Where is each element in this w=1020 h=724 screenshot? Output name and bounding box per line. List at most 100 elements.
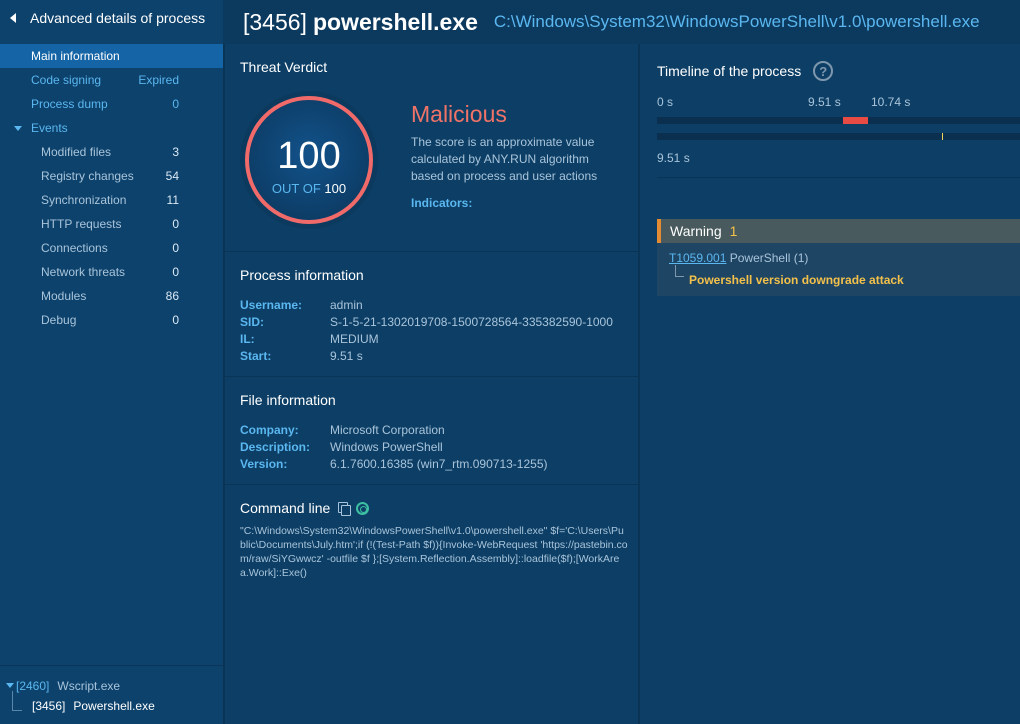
- process-tree: [2460] Wscript.exe [3456] Powershell.exe: [0, 665, 223, 724]
- sidebar-menu: Main information Code signing Expired Pr…: [0, 44, 223, 332]
- info-key: Version:: [240, 456, 288, 471]
- warning-count: 1: [729, 223, 738, 239]
- sidebar-item-modified-files[interactable]: Modified files 3: [0, 140, 223, 164]
- info-row-description: Description: Windows PowerShell: [240, 438, 638, 455]
- help-icon[interactable]: ?: [813, 61, 834, 81]
- sidebar-item-label: Code signing: [31, 73, 102, 87]
- command-line-text[interactable]: "C:\Windows\System32\WindowsPowerShell\v…: [240, 524, 628, 580]
- sidebar-item-count: 0: [172, 313, 179, 327]
- score-subtitle: OUT OF 100: [249, 181, 369, 196]
- timeline-tick-start: 0 s: [657, 95, 674, 109]
- sidebar-item-label: Registry changes: [41, 169, 134, 183]
- sidebar-item-label: Modules: [41, 289, 87, 303]
- timeline-header: Timeline of the process ?: [657, 61, 834, 81]
- info-key: Company:: [240, 422, 299, 437]
- sidebar-item-label: Modified files: [41, 145, 112, 159]
- timeline-position-label: 9.51 s: [657, 151, 690, 165]
- sidebar-item-label: HTTP requests: [41, 217, 122, 231]
- process-information-section: Process information Username: admin SID:…: [225, 252, 638, 377]
- file-information-title: File information: [240, 392, 336, 408]
- sidebar-header[interactable]: Advanced details of process: [0, 0, 223, 36]
- sidebar-item-synchronization[interactable]: Synchronization 11: [0, 188, 223, 212]
- back-arrow-icon[interactable]: [10, 13, 16, 23]
- sidebar-item-count: 54: [165, 169, 179, 183]
- timeline-track[interactable]: [657, 117, 1020, 124]
- process-tree-node-current[interactable]: [3456] Powershell.exe: [0, 696, 223, 716]
- caret-down-icon[interactable]: [14, 125, 22, 131]
- sidebar-item-connections[interactable]: Connections 0: [0, 236, 223, 260]
- sidebar-item-count: Expired: [138, 73, 179, 87]
- sidebar-item-count: 0: [172, 217, 179, 231]
- sidebar-item-label: Process dump: [31, 97, 108, 111]
- info-key: Description:: [240, 439, 311, 454]
- warning-block: Warning 1 T1059.001 PowerShell (1) Power…: [657, 219, 1020, 296]
- indicators-label: Indicators:: [411, 196, 473, 210]
- sidebar-item-label: Synchronization: [41, 193, 127, 207]
- process-information-title: Process information: [240, 267, 364, 283]
- threat-verdict-section: Threat Verdict 100 OUT OF 100 Malicious …: [225, 44, 638, 252]
- copy-icon[interactable]: [338, 502, 352, 516]
- mitre-technique: T1059.001 PowerShell (1): [669, 251, 808, 265]
- sidebar-item-count: 3: [172, 145, 179, 159]
- info-value: Microsoft Corporation: [330, 422, 445, 437]
- file-information-section: File information Company: Microsoft Corp…: [225, 377, 638, 485]
- process-name: Powershell.exe: [73, 699, 155, 713]
- sidebar-item-label: Main information: [31, 49, 120, 63]
- sidebar-item-process-dump[interactable]: Process dump 0: [0, 92, 223, 116]
- file-information-list: Company: Microsoft Corporation Descripti…: [240, 421, 638, 472]
- process-tree-node-parent[interactable]: [2460] Wscript.exe: [0, 676, 223, 711]
- sidebar-item-http-requests[interactable]: HTTP requests 0: [0, 212, 223, 236]
- header-pid: [3456]: [243, 8, 307, 35]
- tree-connector: [675, 265, 684, 277]
- command-line-title: Command line: [240, 500, 331, 516]
- divider: [657, 177, 1020, 178]
- sidebar-item-modules[interactable]: Modules 86: [0, 284, 223, 308]
- timeline-activity-segment[interactable]: [843, 117, 868, 124]
- info-row-start: Start: 9.51 s: [240, 347, 638, 364]
- sidebar-item-label: Connections: [41, 241, 108, 255]
- process-information-list: Username: admin SID: S-1-5-21-1302019708…: [240, 296, 638, 364]
- mitre-technique-name: PowerShell (1): [729, 251, 809, 265]
- info-value: 9.51 s: [330, 348, 363, 363]
- verdict-label: Malicious: [411, 101, 507, 127]
- sidebar-item-network-threats[interactable]: Network threats 0: [0, 260, 223, 284]
- sidebar-item-events[interactable]: Events: [0, 116, 223, 140]
- sidebar-title: Advanced details of process: [30, 10, 206, 26]
- sidebar-item-count: 0: [172, 97, 179, 111]
- timeline-marker: [941, 133, 943, 140]
- score-ring: 100 OUT OF 100: [245, 96, 373, 224]
- info-value: MEDIUM: [330, 331, 379, 346]
- command-line-section: Command line "C:\Windows\System32\Window…: [225, 485, 638, 580]
- timeline-tick-mid: 9.51 s: [808, 95, 841, 109]
- mitre-technique-link[interactable]: T1059.001: [669, 251, 726, 265]
- sidebar-item-label: Debug: [41, 313, 77, 327]
- score-max: 100: [324, 181, 347, 196]
- caret-down-icon[interactable]: [6, 683, 14, 688]
- sidebar-item-code-signing[interactable]: Code signing Expired: [0, 68, 223, 92]
- info-value: S-1-5-21-1302019708-1500728564-335382590…: [330, 314, 613, 329]
- sidebar-item-main-information[interactable]: Main information: [0, 44, 223, 68]
- timeline-title: Timeline of the process: [657, 63, 802, 79]
- timeline-tick-end: 10.74 s: [871, 95, 911, 109]
- verdict-description: The score is an approximate value calcul…: [411, 135, 598, 183]
- info-row-username: Username: admin: [240, 296, 638, 313]
- info-row-version: Version: 6.1.7600.16385 (win7_rtm.090713…: [240, 455, 638, 472]
- sidebar-item-registry-changes[interactable]: Registry changes 54: [0, 164, 223, 188]
- header-process-path[interactable]: C:\Windows\System32\WindowsPowerShell\v1…: [494, 12, 980, 32]
- info-row-il: IL: MEDIUM: [240, 330, 638, 347]
- process-header: [3456] powershell.exe C:\Windows\System3…: [223, 0, 1020, 44]
- timeline-overview-track[interactable]: [657, 133, 1020, 140]
- score-out-of-label: OUT OF: [271, 181, 321, 196]
- sidebar-item-count: 86: [165, 289, 179, 303]
- score-gauge: 100 OUT OF 100: [240, 91, 378, 229]
- sidebar-item-count: 0: [172, 241, 179, 255]
- warning-detail[interactable]: Powershell version downgrade attack: [689, 273, 904, 287]
- info-row-company: Company: Microsoft Corporation: [240, 421, 638, 438]
- sidebar: Advanced details of process Main informa…: [0, 0, 223, 724]
- warning-header[interactable]: Warning 1: [657, 219, 1020, 243]
- info-value: 6.1.7600.16385 (win7_rtm.090713-1255): [330, 456, 548, 471]
- sidebar-item-debug[interactable]: Debug 0: [0, 308, 223, 332]
- details-panel: Threat Verdict 100 OUT OF 100 Malicious …: [223, 44, 638, 724]
- ai-assistant-icon[interactable]: [356, 501, 370, 515]
- header-process-name: powershell.exe: [312, 8, 478, 35]
